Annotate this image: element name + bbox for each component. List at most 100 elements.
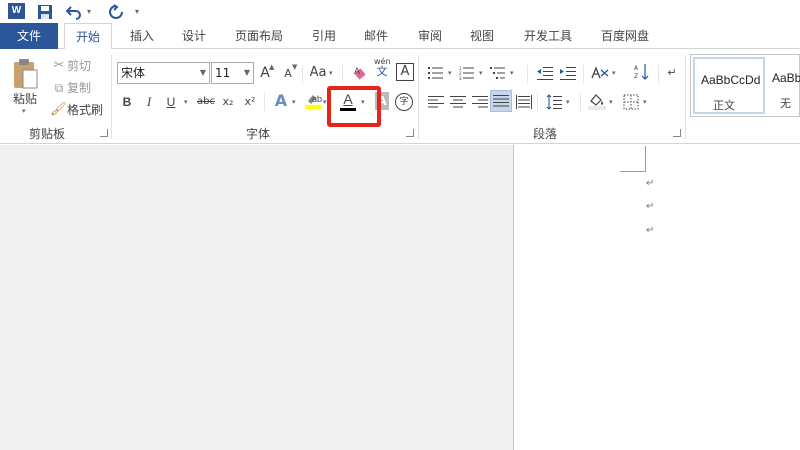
line-spacing-icon[interactable] — [545, 92, 563, 112]
redo-icon[interactable] — [108, 2, 124, 21]
borders-icon[interactable] — [622, 92, 640, 112]
distributed-icon[interactable] — [515, 92, 533, 112]
highlighter-icon[interactable]: ab — [304, 91, 322, 111]
phonetic-char: 文 — [376, 65, 388, 78]
tab-mailings[interactable]: 邮件 — [358, 23, 394, 49]
customize-qat-icon[interactable]: ▾ — [135, 2, 139, 21]
sort-icon[interactable]: AZ — [634, 62, 650, 82]
character-border-button[interactable]: A — [396, 63, 414, 81]
divider — [537, 93, 538, 111]
style-sample: AaBbCcDd — [701, 73, 761, 87]
group-divider — [111, 55, 112, 139]
paragraph-mark: ↵ — [646, 178, 655, 189]
svg-text:3: 3 — [459, 76, 462, 80]
tab-page-layout[interactable]: 页面布局 — [229, 23, 289, 49]
asian-layout-icon[interactable] — [590, 63, 610, 83]
decrease-indent-icon[interactable] — [536, 63, 554, 83]
tab-view[interactable]: 视图 — [464, 23, 500, 49]
font-size-value: 11 — [215, 66, 231, 80]
superscript-button[interactable]: x² — [242, 92, 258, 112]
undo-dropdown-icon[interactable]: ▾ — [87, 2, 91, 21]
align-right-icon[interactable] — [471, 92, 489, 112]
quick-access-toolbar: W ▾ ▾ — [0, 0, 800, 23]
divider — [264, 93, 265, 111]
phonetic-guide-button[interactable]: wén 文 — [374, 57, 391, 78]
undo-icon[interactable] — [65, 2, 82, 21]
tab-file[interactable]: 文件 — [0, 23, 58, 49]
margin-corner-mark — [620, 146, 646, 172]
font-group-label: 字体 — [245, 127, 270, 141]
change-case-button[interactable]: Aa — [309, 63, 327, 83]
numbering-dropdown-icon[interactable]: ▾ — [479, 69, 483, 77]
styles-gallery: AaBbCcDd 正文 AaBb 无 — [690, 54, 800, 117]
style-no-spacing[interactable]: AaBb 无 — [768, 57, 800, 114]
style-name: 正文 — [713, 99, 735, 112]
tab-baidu-netdisk[interactable]: 百度网盘 — [594, 23, 656, 49]
underline-dropdown-icon[interactable]: ▾ — [184, 98, 188, 106]
align-center-icon[interactable] — [449, 92, 467, 112]
svg-text:A: A — [634, 65, 639, 72]
justify-icon[interactable] — [490, 90, 512, 112]
increase-indent-icon[interactable] — [559, 63, 577, 83]
highlighter-dropdown-icon[interactable]: ▾ — [323, 98, 327, 106]
font-family-value: 宋体 — [121, 66, 146, 80]
tab-design[interactable]: 设计 — [176, 23, 212, 49]
document-page[interactable] — [513, 145, 800, 450]
paste-dropdown-icon[interactable]: ▾ — [22, 107, 26, 115]
tab-insert[interactable]: 插入 — [124, 23, 160, 49]
tab-developer[interactable]: 开发工具 — [518, 23, 578, 49]
bold-button[interactable]: B — [120, 92, 134, 112]
save-icon[interactable] — [37, 2, 53, 21]
numbering-icon[interactable]: 123 — [458, 63, 476, 83]
font-size-select[interactable]: 11 ▼ — [211, 62, 254, 84]
text-effects-button[interactable]: A — [272, 91, 290, 111]
paste-icon[interactable] — [12, 58, 39, 90]
clipboard-group-label: 剪贴板 — [28, 127, 65, 141]
multilevel-dropdown-icon[interactable]: ▾ — [510, 69, 514, 77]
tab-home[interactable]: 开始 — [64, 23, 112, 50]
multilevel-list-icon[interactable] — [489, 63, 507, 83]
change-case-dropdown-icon[interactable]: ▾ — [329, 69, 333, 77]
paragraph-group-label: 段落 — [532, 127, 557, 141]
show-marks-icon[interactable]: ↵ — [665, 63, 679, 83]
shrink-font-arrow-icon: ▼ — [292, 63, 298, 71]
strikethrough-button[interactable]: abc — [196, 92, 216, 112]
underline-button[interactable]: U — [164, 92, 178, 112]
divider — [583, 65, 584, 83]
svg-text:A: A — [354, 66, 360, 76]
asian-layout-dropdown-icon[interactable]: ▾ — [612, 69, 616, 77]
align-left-icon[interactable] — [427, 92, 445, 112]
clipboard-launcher-icon[interactable] — [100, 129, 108, 137]
cut-button[interactable]: 剪切 — [67, 56, 93, 76]
paragraph-launcher-icon[interactable] — [673, 129, 681, 137]
group-divider — [685, 55, 686, 139]
divider — [342, 65, 343, 83]
line-spacing-dropdown-icon[interactable]: ▾ — [566, 98, 570, 106]
copy-button[interactable]: 复制 — [67, 78, 93, 98]
highlight-annotation — [327, 86, 381, 127]
document-area — [0, 145, 800, 450]
subscript-button[interactable]: x₂ — [220, 92, 236, 112]
clear-formatting-icon[interactable]: A — [352, 63, 370, 83]
enclose-characters-button[interactable]: 字 — [395, 93, 413, 111]
bullets-dropdown-icon[interactable]: ▾ — [448, 69, 452, 77]
style-normal[interactable]: AaBbCcDd 正文 — [693, 57, 765, 114]
font-launcher-icon[interactable] — [406, 129, 414, 137]
tab-references[interactable]: 引用 — [306, 23, 342, 49]
format-painter-button[interactable]: 格式刷 — [67, 100, 105, 120]
ribbon-tabs: 文件 开始 插入 设计 页面布局 引用 邮件 审阅 视图 开发工具 百度网盘 — [0, 23, 800, 50]
group-divider — [418, 55, 419, 139]
italic-button[interactable]: I — [142, 92, 156, 112]
shading-dropdown-icon[interactable]: ▾ — [609, 98, 613, 106]
borders-dropdown-icon[interactable]: ▾ — [643, 98, 647, 106]
bullets-icon[interactable] — [427, 63, 445, 83]
shading-icon[interactable] — [588, 91, 606, 111]
paragraph-mark: ↵ — [646, 201, 655, 212]
divider — [302, 65, 303, 83]
tab-review[interactable]: 审阅 — [412, 23, 448, 49]
paste-button[interactable]: 粘贴 — [6, 89, 44, 109]
text-effects-dropdown-icon[interactable]: ▾ — [292, 98, 296, 106]
copy-icon: ⧉ — [54, 81, 64, 95]
font-family-select[interactable]: 宋体 ▼ — [117, 62, 210, 84]
divider — [580, 93, 581, 111]
